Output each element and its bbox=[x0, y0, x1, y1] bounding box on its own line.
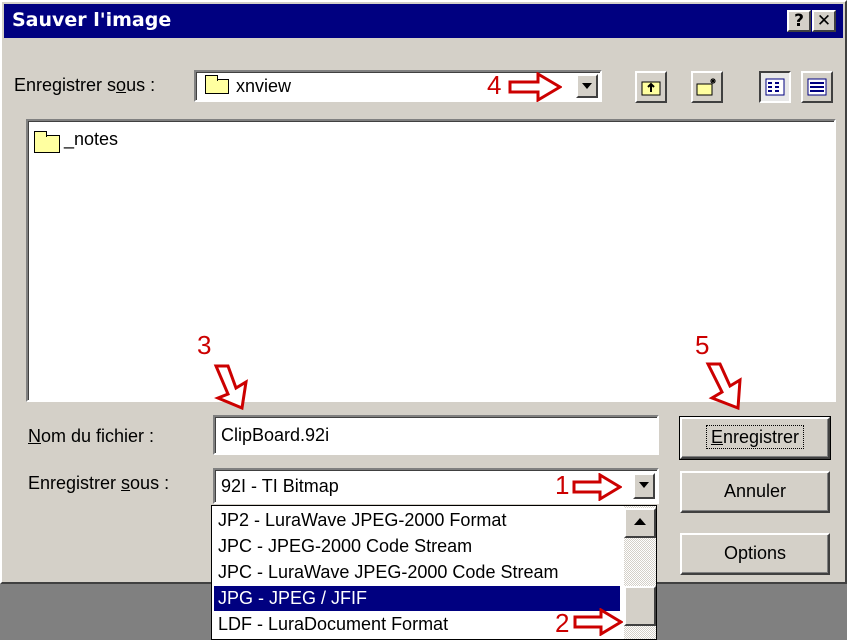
file-list[interactable]: _notes bbox=[26, 119, 836, 402]
annotation-4: 4 bbox=[487, 70, 502, 100]
help-button[interactable]: ? bbox=[787, 10, 811, 32]
dropdown-scrollbar[interactable] bbox=[624, 506, 656, 639]
filename-value: ClipBoard.92i bbox=[221, 425, 330, 445]
scroll-up-button[interactable] bbox=[624, 508, 656, 538]
save-as-type-value: 92I - TI Bitmap bbox=[221, 476, 339, 496]
list-item-name: _notes bbox=[64, 129, 119, 149]
dropdown-option[interactable]: JP2 - LuraWave JPEG-2000 Format bbox=[214, 508, 620, 533]
annotation-5: 5 bbox=[695, 330, 710, 360]
save-in-dropdown-button[interactable] bbox=[576, 74, 598, 98]
list-view-icon bbox=[765, 78, 785, 96]
cancel-button[interactable]: Annuler bbox=[680, 471, 830, 513]
new-folder-button[interactable] bbox=[691, 71, 723, 103]
close-button[interactable]: ✕ bbox=[812, 10, 836, 32]
scroll-thumb[interactable] bbox=[624, 586, 656, 626]
save-as-type-dropdown-button[interactable] bbox=[633, 473, 655, 499]
new-folder-icon bbox=[696, 78, 716, 96]
save-in-label: Enregistrer sous : bbox=[14, 75, 156, 95]
dropdown-option[interactable]: JPC - LuraWave JPEG-2000 Code Stream bbox=[214, 560, 620, 585]
annotation-arrow-3 bbox=[213, 364, 248, 411]
save-image-dialog: Sauver l'image ? ✕ Enregistrer sous : xn… bbox=[0, 0, 847, 584]
details-view-button[interactable] bbox=[801, 71, 833, 103]
folder-icon bbox=[34, 131, 60, 153]
annotation-arrow-1 bbox=[572, 473, 622, 501]
details-view-icon bbox=[807, 78, 827, 96]
annotation-arrow-4 bbox=[508, 72, 562, 102]
filename-input[interactable]: ClipBoard.92i bbox=[213, 415, 659, 455]
dropdown-option[interactable]: JPC - JPEG-2000 Code Stream bbox=[214, 534, 620, 559]
options-button[interactable]: Options bbox=[680, 533, 830, 575]
save-in-value: xnview bbox=[236, 76, 292, 96]
folder-up-icon bbox=[641, 81, 661, 96]
up-one-level-button[interactable] bbox=[635, 71, 667, 103]
annotation-arrow-2 bbox=[573, 608, 623, 636]
save-button[interactable]: Enregistrer bbox=[679, 416, 831, 460]
filename-label: Nom du fichier : bbox=[28, 426, 155, 446]
list-view-button[interactable] bbox=[759, 71, 791, 103]
annotation-1: 1 bbox=[555, 470, 570, 500]
open-folder-icon bbox=[205, 75, 229, 94]
title-bar[interactable]: Sauver l'image ? ✕ bbox=[4, 4, 843, 38]
window-title: Sauver l'image bbox=[12, 9, 172, 31]
save-as-type-label: Enregistrer sous : bbox=[28, 473, 170, 493]
annotation-2: 2 bbox=[555, 608, 570, 638]
annotation-arrow-5 bbox=[705, 362, 742, 411]
annotation-3: 3 bbox=[197, 330, 212, 360]
